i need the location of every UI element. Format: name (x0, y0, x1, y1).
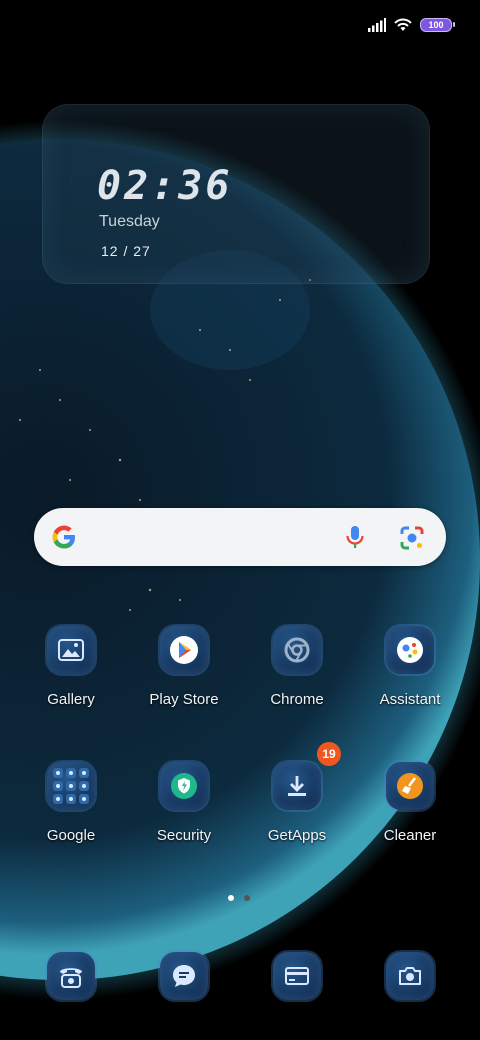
battery-level: 100 (428, 20, 444, 30)
wifi-icon (394, 18, 412, 31)
gallery-icon (47, 626, 95, 674)
wallet-icon (273, 952, 321, 1000)
app-label: GetApps (267, 827, 327, 844)
app-label: Assistant (379, 691, 441, 708)
page-indicator (228, 895, 250, 901)
signal-icon (368, 18, 386, 32)
battery-icon: 100 (420, 18, 455, 32)
clock-date: 12 / 27 (101, 243, 151, 259)
chrome-icon (273, 626, 321, 674)
app-assistant[interactable]: Assistant (360, 626, 460, 708)
clock-time: 02:36 (97, 163, 233, 209)
messages-icon (160, 952, 208, 1000)
assistant-icon (386, 626, 434, 674)
clock-widget[interactable]: 02:36 Tuesday 12 / 27 (42, 104, 430, 284)
security-icon (160, 762, 208, 810)
microphone-icon[interactable] (342, 524, 368, 550)
cleaner-icon (386, 762, 434, 810)
page-dot (244, 895, 250, 901)
status-bar: 100 (368, 18, 455, 32)
app-label: Cleaner (383, 827, 437, 844)
google-lens-icon[interactable] (398, 524, 426, 552)
page-dot-active (228, 895, 234, 901)
app-gallery[interactable]: Gallery (21, 626, 121, 708)
clock-day: Tuesday (99, 213, 160, 230)
app-security[interactable]: Security (134, 762, 234, 844)
app-label: Gallery (47, 691, 95, 708)
app-label: Play Store (149, 691, 219, 708)
app-cleaner[interactable]: Cleaner (360, 762, 460, 844)
phone-icon (47, 952, 95, 1000)
dock-phone[interactable] (21, 952, 121, 1000)
app-getapps[interactable]: 19 GetApps (247, 742, 347, 844)
dock-wallet[interactable] (247, 952, 347, 1000)
app-chrome[interactable]: Chrome (247, 626, 347, 708)
notification-badge: 19 (317, 742, 341, 766)
app-label: Google (46, 827, 96, 844)
play-store-icon (160, 626, 208, 674)
dock-messages[interactable] (134, 952, 234, 1000)
app-label: Security (156, 827, 212, 844)
app-play-store[interactable]: Play Store (134, 626, 234, 708)
getapps-icon: 19 (273, 742, 341, 810)
app-label: Chrome (270, 691, 324, 708)
google-search-bar[interactable] (34, 508, 446, 566)
dock-camera[interactable] (360, 952, 460, 1000)
app-google-folder[interactable]: Google (21, 762, 121, 844)
camera-icon (386, 952, 434, 1000)
google-logo-icon (52, 525, 75, 549)
google-folder-icon (47, 762, 95, 810)
